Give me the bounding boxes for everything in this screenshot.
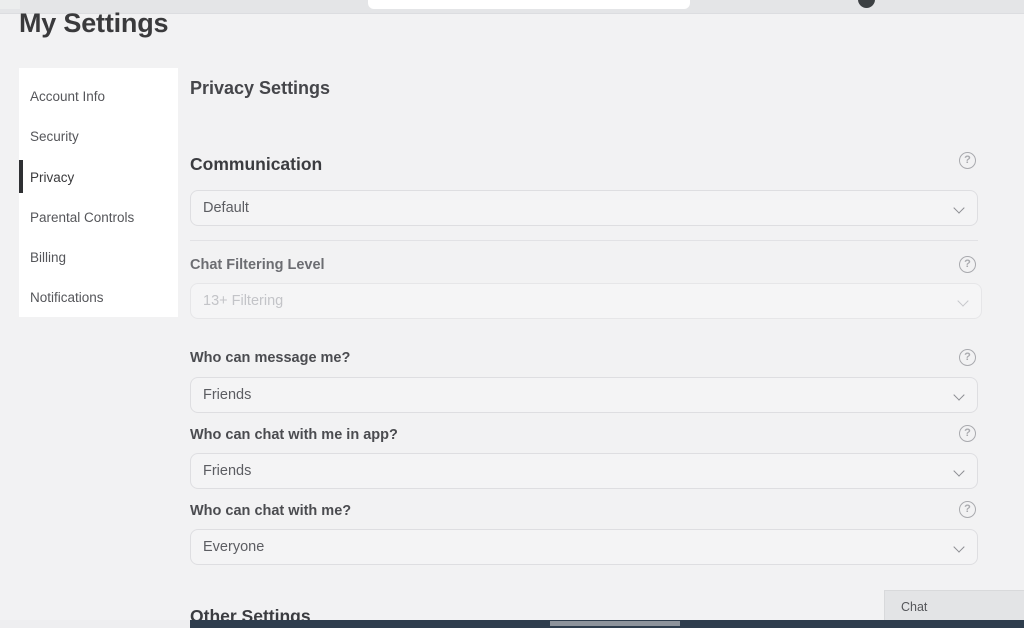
select-value: Default <box>203 200 249 216</box>
help-circle-icon[interactable]: ? <box>959 501 976 518</box>
settings-content: Privacy Settings Communication ? Default… <box>0 0 1024 628</box>
chat-widget-label: Chat <box>901 600 928 614</box>
help-circle-icon[interactable]: ? <box>959 349 976 366</box>
select-value: Everyone <box>203 539 265 555</box>
select-value: 13+ Filtering <box>203 293 284 309</box>
who-can-chat-with-me-select[interactable]: Everyone <box>190 529 978 565</box>
chevron-down-icon <box>959 297 968 306</box>
bottom-left-strip <box>0 620 190 628</box>
who-can-message-me-label: Who can message me? <box>190 350 351 366</box>
help-circle-icon[interactable]: ? <box>959 152 976 169</box>
chevron-down-icon <box>955 391 964 400</box>
communication-group-heading: Communication <box>190 154 323 174</box>
scrollbar-thumb[interactable] <box>550 621 680 626</box>
chevron-down-icon <box>955 467 964 476</box>
select-value: Friends <box>203 463 252 479</box>
help-circle-icon[interactable]: ? <box>959 256 976 273</box>
help-circle-icon[interactable]: ? <box>959 425 976 442</box>
page-section-title: Privacy Settings <box>190 78 331 98</box>
who-can-chat-with-me-label: Who can chat with me? <box>190 503 352 519</box>
horizontal-scrollbar[interactable] <box>190 620 1024 628</box>
select-value: Friends <box>203 387 252 403</box>
who-can-chat-in-app-label: Who can chat with me in app? <box>190 427 398 443</box>
who-can-chat-in-app-select[interactable]: Friends <box>190 453 978 489</box>
section-divider <box>190 240 978 241</box>
communication-default-select[interactable]: Default <box>190 190 978 226</box>
chat-filtering-level-label: Chat Filtering Level <box>190 257 325 273</box>
chevron-down-icon <box>955 204 964 213</box>
chevron-down-icon <box>955 543 964 552</box>
chat-widget[interactable]: Chat <box>884 590 1024 622</box>
chat-filtering-level-select: 13+ Filtering <box>190 283 982 319</box>
who-can-message-me-select[interactable]: Friends <box>190 377 978 413</box>
